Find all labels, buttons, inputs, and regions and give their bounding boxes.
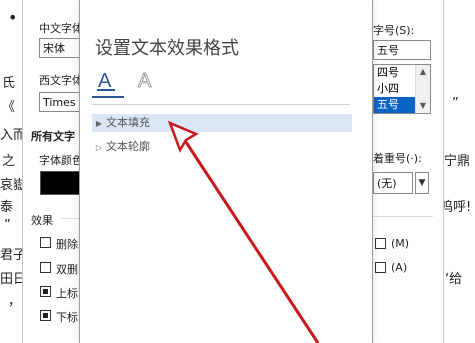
annotation-arrow [167,120,320,343]
arrow-line [180,135,320,343]
arrow-head [167,120,199,153]
